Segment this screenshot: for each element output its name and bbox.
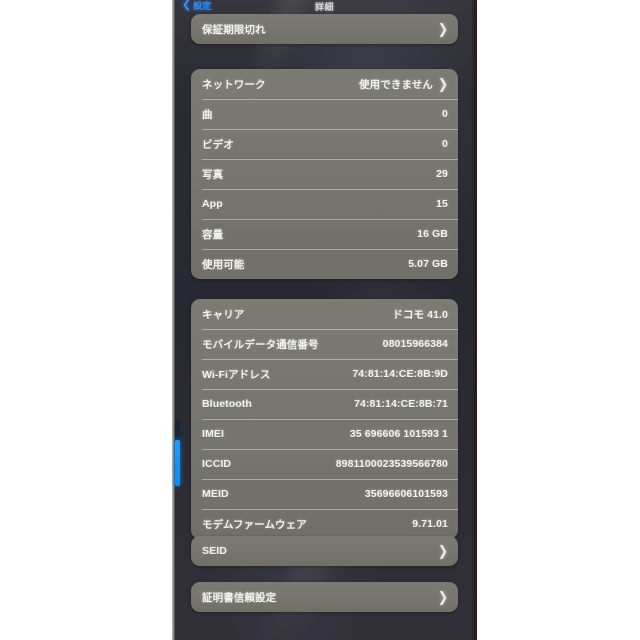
scroll-indicator[interactable] [175, 440, 180, 486]
row-accessory: ❯ [437, 20, 448, 38]
row-value: 0 [442, 138, 448, 150]
storage-card: ネットワーク 使用できません ❯ 曲 0 ビデオ 0 写真 29 App 15 … [191, 69, 458, 279]
row-value: 35 696606 101593 1 [349, 428, 448, 440]
row-accessory: 5.07 GB [408, 258, 448, 270]
row-accessory: 15 [436, 198, 448, 210]
list-item: ICCID 8981100023539566780 [191, 449, 458, 479]
chevron-right-icon: ❯ [437, 542, 448, 560]
back-button-label: 設定 [193, 0, 212, 11]
row-value: 0 [442, 108, 448, 120]
row-label: Bluetooth [202, 398, 252, 410]
device-left-bezel [172, 0, 175, 640]
row-accessory: ❯ [437, 542, 448, 560]
list-item: Bluetooth 74:81:14:CE:8B:71 [191, 389, 458, 419]
row-label: IMEI [202, 428, 224, 440]
list-item: 使用可能 5.07 GB [191, 249, 458, 279]
row-label: App [202, 198, 223, 210]
navigation-bar: ❮ 設定 詳細 [178, 0, 471, 12]
row-value: 8981100023539566780 [335, 458, 448, 470]
phone-screen-photo: ❮ 設定 詳細 保証期限切れ ❯ ネットワーク 使用できません ❯ 曲 0 ビデ… [172, 0, 477, 640]
list-item[interactable]: 保証期限切れ ❯ [191, 14, 458, 44]
row-accessory: ❯ [437, 588, 448, 606]
row-value: ドコモ 41.0 [392, 308, 448, 321]
row-accessory: 使用できません ❯ [359, 77, 448, 92]
row-value: 74:81:14:CE:8B:9D [352, 368, 448, 380]
row-label: キャリア [202, 308, 245, 321]
row-accessory: 9.71.01 [412, 518, 448, 530]
row-value: 15 [436, 198, 448, 210]
row-value: 16 GB [417, 228, 448, 240]
row-accessory: 16 GB [417, 228, 448, 240]
list-item: モデムファームウェア 9.71.01 [191, 509, 458, 539]
list-item: App 15 [191, 189, 458, 219]
list-item[interactable]: 証明書信頼設定 ❯ [191, 582, 458, 612]
row-value: 74:81:14:CE:8B:71 [354, 398, 448, 410]
list-item: MEID 35696606101593 [191, 479, 458, 509]
seid-card: SEID ❯ [191, 536, 458, 566]
page-title: 詳細 [314, 1, 334, 12]
row-label: 写真 [202, 168, 224, 181]
chevron-right-icon: ❯ [437, 75, 448, 93]
row-value: 35696606101593 [364, 488, 448, 500]
row-label: ネットワーク [202, 78, 266, 91]
row-value: 9.71.01 [412, 518, 448, 530]
row-accessory: 74:81:14:CE:8B:9D [352, 368, 448, 380]
list-item: キャリア ドコモ 41.0 [191, 299, 458, 329]
row-label: モデムファームウェア [202, 518, 307, 531]
list-item: IMEI 35 696606 101593 1 [191, 419, 458, 449]
device-identifiers-card: キャリア ドコモ 41.0 モバイルデータ通信番号 08015966384 Wi… [191, 299, 458, 539]
row-label: ICCID [202, 458, 232, 470]
row-value: 29 [436, 168, 448, 180]
list-item: モバイルデータ通信番号 08015966384 [191, 329, 458, 359]
list-item[interactable]: ネットワーク 使用できません ❯ [191, 69, 458, 99]
chevron-right-icon: ❯ [437, 588, 448, 606]
row-label: SEID [202, 545, 227, 557]
row-value: 5.07 GB [408, 258, 448, 270]
row-accessory: 0 [442, 108, 448, 120]
row-value: 使用できません [359, 78, 433, 91]
list-item: 容量 16 GB [191, 219, 458, 249]
row-label: モバイルデータ通信番号 [202, 338, 319, 351]
row-accessory: 35696606101593 [365, 488, 448, 500]
device-right-bezel [472, 0, 477, 640]
certificate-trust-card: 証明書信頼設定 ❯ [191, 582, 458, 612]
row-accessory: ドコモ 41.0 [392, 307, 448, 322]
row-accessory: 74:81:14:CE:8B:71 [354, 398, 448, 410]
row-accessory: 29 [436, 168, 448, 180]
list-item: ビデオ 0 [191, 129, 458, 159]
scroll-track[interactable] [175, 420, 180, 440]
row-accessory: 35 696606 101593 1 [350, 428, 448, 440]
back-button[interactable]: ❮ 設定 [182, 0, 211, 11]
row-label: 保証期限切れ [202, 23, 266, 36]
chevron-left-icon: ❮ [182, 0, 192, 11]
row-label: 証明書信頼設定 [202, 591, 277, 604]
row-accessory: 0 [442, 138, 448, 150]
warranty-card: 保証期限切れ ❯ [191, 14, 458, 44]
row-accessory: 8981100023539566780 [336, 458, 448, 470]
row-label: 曲 [202, 108, 213, 121]
list-item: Wi-Fiアドレス 74:81:14:CE:8B:9D [191, 359, 458, 389]
row-label: 容量 [202, 228, 224, 241]
list-item[interactable]: SEID ❯ [191, 536, 458, 566]
row-label: Wi-Fiアドレス [202, 368, 271, 381]
row-value: 08015966384 [382, 338, 448, 350]
row-label: 使用可能 [202, 258, 245, 271]
list-item: 曲 0 [191, 99, 458, 129]
row-label: ビデオ [202, 138, 234, 151]
chevron-right-icon: ❯ [437, 20, 448, 38]
list-item: 写真 29 [191, 159, 458, 189]
row-label: MEID [202, 488, 229, 500]
row-accessory: 08015966384 [383, 338, 448, 350]
screenshot-canvas: ❮ 設定 詳細 保証期限切れ ❯ ネットワーク 使用できません ❯ 曲 0 ビデ… [0, 0, 640, 640]
